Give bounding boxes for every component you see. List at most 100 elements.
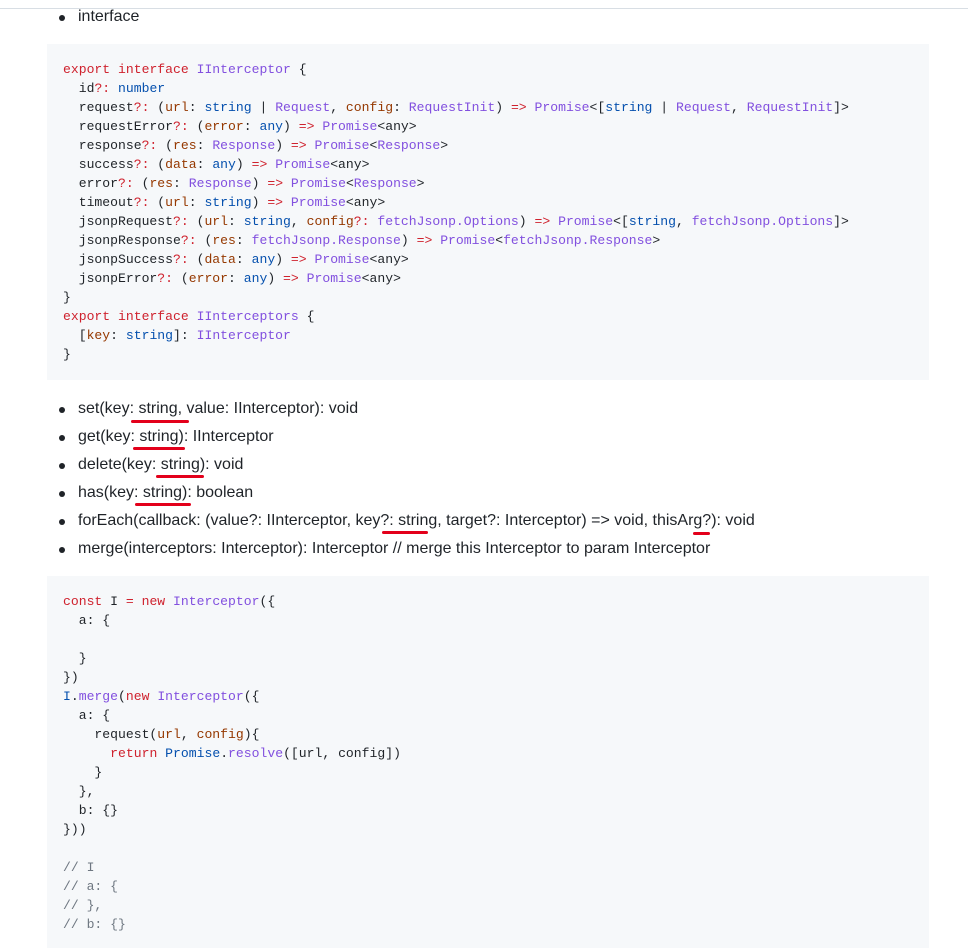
code-token: Response bbox=[377, 138, 441, 153]
code-token: Request bbox=[676, 100, 732, 115]
code-token: key bbox=[86, 328, 111, 343]
code-token: Promise bbox=[306, 271, 362, 286]
code-token: b: {} bbox=[63, 803, 119, 818]
code-token: RequestInit bbox=[408, 100, 496, 115]
code-token: <[ bbox=[613, 214, 629, 229]
code-token: ) bbox=[518, 214, 535, 229]
code-token: ({ bbox=[259, 594, 276, 609]
code-line: error?: (res: Response) => Promise<Respo… bbox=[63, 174, 913, 193]
code-line: // a: { bbox=[63, 877, 913, 896]
code-token: Response bbox=[212, 138, 276, 153]
annotation-underline bbox=[382, 531, 428, 534]
code-token: ([url, config]) bbox=[283, 746, 401, 761]
code-token: > bbox=[440, 138, 449, 153]
code-token: string bbox=[204, 100, 252, 115]
code-token: ( bbox=[165, 138, 174, 153]
code-token: ?: bbox=[118, 176, 142, 191]
code-token: ) bbox=[275, 252, 291, 267]
code-token: request bbox=[63, 100, 134, 115]
code-token: success bbox=[63, 157, 134, 172]
code-token: a: { bbox=[63, 613, 111, 628]
code-token: Promise bbox=[322, 119, 378, 134]
code-token: , bbox=[731, 100, 747, 115]
annotation-underline bbox=[133, 447, 185, 450]
code-token: jsonpSuccess bbox=[63, 252, 174, 267]
code-line: } bbox=[63, 649, 913, 668]
code-token: => bbox=[290, 138, 307, 153]
code-token: Interceptor bbox=[157, 689, 244, 704]
code-token: : bbox=[196, 138, 213, 153]
code-line: jsonpSuccess?: (data: any) => Promise<an… bbox=[63, 250, 913, 269]
top-list: interface bbox=[58, 3, 139, 31]
code-token: string bbox=[125, 328, 174, 343]
code-token: ) bbox=[251, 176, 268, 191]
code-token: ( bbox=[157, 157, 166, 172]
code-token: } bbox=[63, 765, 103, 780]
code-line: // I bbox=[63, 858, 913, 877]
code-line: } bbox=[63, 288, 913, 307]
code-token: // I bbox=[63, 860, 95, 875]
code-line: a: { bbox=[63, 706, 913, 725]
scrollbar[interactable] bbox=[968, 0, 977, 948]
code-token: . bbox=[70, 689, 79, 704]
code-line: requestError?: (error: any) => Promise<a… bbox=[63, 117, 913, 136]
code-token: jsonpRequest bbox=[63, 214, 174, 229]
code-token: string bbox=[628, 214, 676, 229]
code-token: IInterceptors bbox=[196, 309, 299, 324]
code-token: return bbox=[110, 746, 166, 761]
code-line: request(url, config){ bbox=[63, 725, 913, 744]
code-line: request?: (url: string | Request, config… bbox=[63, 98, 913, 117]
code-token: merge bbox=[78, 689, 119, 704]
code-token: Promise bbox=[314, 252, 370, 267]
code-token: fetchJsonp.Response bbox=[503, 233, 653, 248]
code-line: }, bbox=[63, 782, 913, 801]
annotation-underline bbox=[135, 503, 191, 506]
code-token: I bbox=[63, 689, 71, 704]
code-token: Promise bbox=[290, 176, 346, 191]
code-token: Promise bbox=[165, 746, 221, 761]
code-token: => bbox=[290, 252, 307, 267]
code-token: })) bbox=[63, 822, 87, 837]
code-token: a: { bbox=[63, 708, 111, 723]
annotation-underline bbox=[693, 532, 710, 535]
method-merge: merge(interceptors: Interceptor): Interc… bbox=[58, 535, 755, 563]
code-token: request( bbox=[63, 727, 158, 742]
code-token: ) bbox=[283, 119, 299, 134]
code-token: new bbox=[141, 594, 174, 609]
code-line: jsonpRequest?: (url: string, config?: fe… bbox=[63, 212, 913, 231]
code-token: ){ bbox=[243, 727, 260, 742]
code-token: > bbox=[416, 176, 425, 191]
code-line: timeout?: (url: string) => Promise<any> bbox=[63, 193, 913, 212]
code-token: ]> bbox=[833, 100, 849, 115]
code-token: <[ bbox=[589, 100, 606, 115]
code-token: requestError bbox=[63, 119, 174, 134]
code-token: any bbox=[243, 271, 268, 286]
code-token: res bbox=[212, 233, 236, 248]
code-token: // a: { bbox=[63, 879, 119, 894]
code-line: a: { bbox=[63, 611, 913, 630]
code-token: ) bbox=[235, 157, 252, 172]
code-token: jsonpError bbox=[63, 271, 158, 286]
code-token: string bbox=[243, 214, 291, 229]
code-token: jsonpResponse bbox=[63, 233, 181, 248]
method-set: set(key: string, value: IInterceptor): v… bbox=[58, 395, 755, 423]
code-token: }) bbox=[63, 670, 79, 685]
code-line: })) bbox=[63, 820, 913, 839]
code-token: IInterceptor bbox=[196, 328, 291, 343]
code-token: data bbox=[204, 252, 236, 267]
code-token: url bbox=[157, 727, 181, 742]
code-token: error bbox=[204, 119, 244, 134]
code-token: => bbox=[251, 157, 268, 172]
code-token: url bbox=[165, 195, 189, 210]
code-token: . bbox=[220, 746, 229, 761]
code-token: ) bbox=[267, 271, 284, 286]
code-line: } bbox=[63, 345, 913, 364]
code-token: { bbox=[298, 309, 315, 324]
code-token: [ bbox=[63, 328, 87, 343]
code-token: config bbox=[306, 214, 354, 229]
code-token: ) bbox=[400, 233, 417, 248]
code-token: ) bbox=[251, 195, 268, 210]
